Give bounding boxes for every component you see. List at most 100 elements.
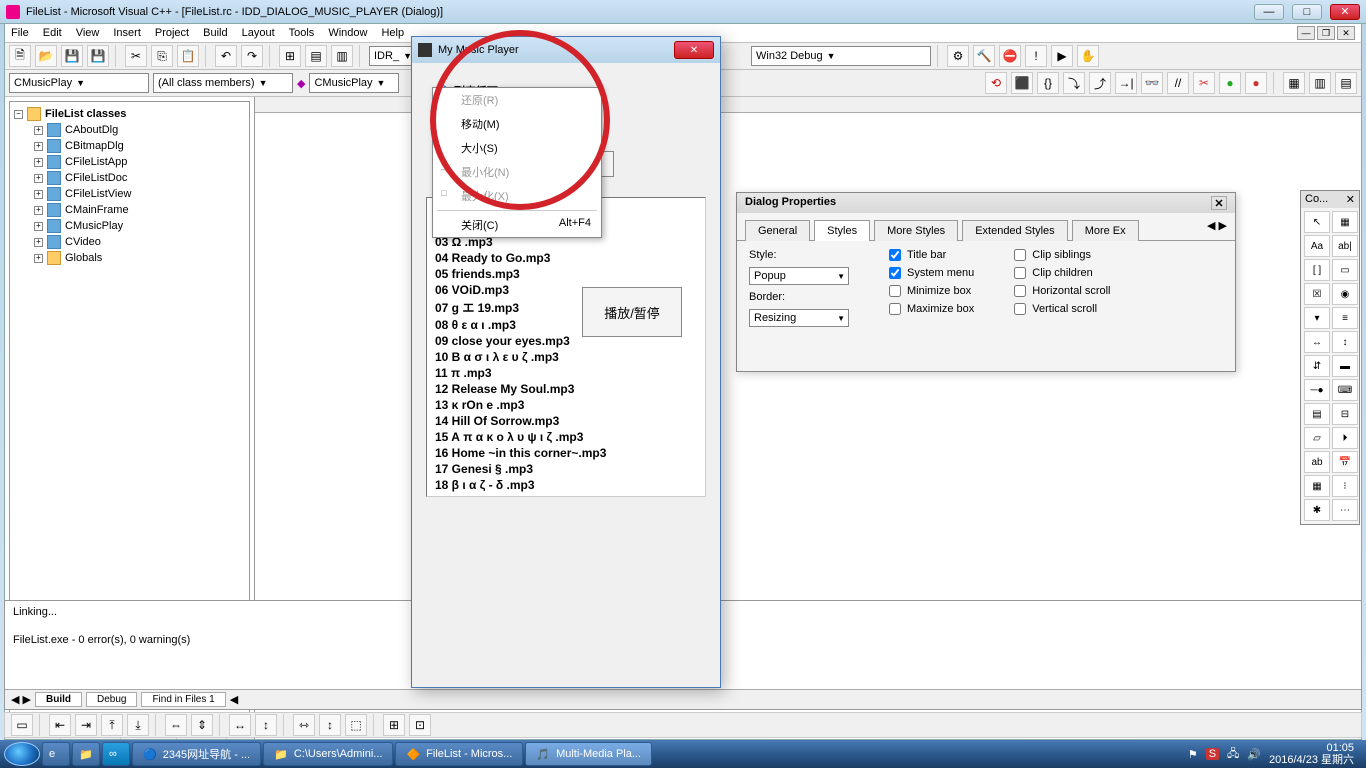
music-player-window[interactable]: My Music Player ✕ 还原(R) 移动(M) 大小(S) —最小化… (411, 36, 721, 688)
tree-item-CBitmapDlg[interactable]: +CBitmapDlg (14, 138, 245, 154)
chk-sysmenu[interactable]: System menu (889, 267, 974, 279)
tray-network-icon[interactable]: 🖧 (1227, 745, 1239, 764)
player-app-icon[interactable] (418, 43, 432, 57)
ctrl-button-icon[interactable]: ▭ (1332, 259, 1358, 281)
ctrl-check-icon[interactable]: ☒ (1304, 283, 1330, 305)
paste-icon[interactable]: 📋 (177, 45, 199, 67)
menu-build[interactable]: Build (203, 27, 227, 39)
redo-icon[interactable]: ↷ (241, 45, 263, 67)
ctrl-tree-icon[interactable]: ⊟ (1332, 403, 1358, 425)
tree-item-CFileListDoc[interactable]: +CFileListDoc (14, 170, 245, 186)
track-item[interactable]: 15 Α π α κ ο λ υ ψ ι ζ .mp3 (435, 429, 697, 445)
ctrl-month-icon[interactable]: ▦ (1304, 475, 1330, 497)
track-item[interactable]: 04 Ready to Go.mp3 (435, 250, 697, 266)
pinned-ie-icon[interactable]: e (42, 742, 70, 766)
prop-tab-more-styles[interactable]: More Styles (874, 220, 958, 241)
chk-vscroll[interactable]: Vertical scroll (1014, 303, 1110, 315)
workspace-icon[interactable]: ⊞ (279, 45, 301, 67)
track-item[interactable]: 18 β ι α ζ - δ .mp3 (435, 477, 697, 493)
same-height-icon[interactable]: ↕ (319, 714, 341, 736)
ctrl-extended-icon[interactable]: ⋯ (1332, 499, 1358, 521)
output-icon[interactable]: ▤ (305, 45, 327, 67)
tree-item-Globals[interactable]: +Globals (14, 250, 245, 266)
track-item[interactable]: 17 Genesi § .mp3 (435, 461, 697, 477)
controls-toolbox[interactable]: Co...✕ ↖▦ Aaab| [ ]▭ ☒◉ ▾≡ ↔↕ ⇵▬ ─●⌨ ▤⊟ … (1300, 190, 1360, 525)
chk-hscroll[interactable]: Horizontal scroll (1014, 285, 1110, 297)
align-top-icon[interactable]: ⤒ (101, 714, 123, 736)
memory-icon[interactable]: ● (1245, 72, 1267, 94)
menu-view[interactable]: View (76, 27, 100, 39)
tree-item-CMusicPlay[interactable]: +CMusicPlay (14, 218, 245, 234)
style-select[interactable]: Popup (749, 267, 849, 285)
cut-icon[interactable]: ✂ (125, 45, 147, 67)
compile-icon[interactable]: ⚙ (947, 45, 969, 67)
sysmenu-maximize[interactable]: □最大化(X) (433, 184, 601, 208)
tree-item-CMainFrame[interactable]: +CMainFrame (14, 202, 245, 218)
toggle-guides-icon[interactable]: ⊡ (409, 714, 431, 736)
task-player[interactable]: 🎵Multi-Media Pla... (525, 742, 652, 766)
start-button[interactable] (4, 742, 40, 766)
mdi-restore-button[interactable]: ❐ (1317, 26, 1335, 40)
save-all-icon[interactable]: 💾 (87, 45, 109, 67)
align-right-icon[interactable]: ⇥ (75, 714, 97, 736)
ctrl-spin-icon[interactable]: ⇵ (1304, 355, 1330, 377)
config-combo[interactable]: Win32 Debug▼ (751, 46, 931, 66)
ctrl-slider-icon[interactable]: ─● (1304, 379, 1330, 401)
player-close-button[interactable]: ✕ (674, 41, 714, 59)
tree-item-CAboutDlg[interactable]: +CAboutDlg (14, 122, 245, 138)
track-item[interactable]: 12 Release My Soul.mp3 (435, 381, 697, 397)
step-into-icon[interactable]: {} (1037, 72, 1059, 94)
track-item[interactable]: 10 Β α σ ι λ ε υ ζ .mp3 (435, 349, 697, 365)
tree-item-CFileListApp[interactable]: +CFileListApp (14, 154, 245, 170)
pinned-app-icon[interactable]: ∞ (102, 742, 130, 766)
track-item[interactable]: 13 κ rOn е .mp3 (435, 397, 697, 413)
tree-item-CFileListView[interactable]: +CFileListView (14, 186, 245, 202)
chk-clipsib[interactable]: Clip siblings (1014, 249, 1110, 261)
out-tab-debug[interactable]: Debug (86, 692, 137, 707)
play-pause-button[interactable]: 播放/暂停 (582, 287, 682, 337)
playlist[interactable]: 01 β ios.mp302 α .mp303 Ω .mp304 Ready t… (426, 197, 706, 497)
align-bottom-icon[interactable]: ⤓ (127, 714, 149, 736)
menu-help[interactable]: Help (381, 27, 404, 39)
dialog-properties-panel[interactable]: Dialog Properties✕ General Styles More S… (736, 192, 1236, 372)
ctrl-list-icon[interactable]: ≡ (1332, 307, 1358, 329)
sysmenu-size[interactable]: 大小(S) (433, 136, 601, 160)
mdi-close-button[interactable]: ✕ (1337, 26, 1355, 40)
ctrl-edit-icon[interactable]: ab| (1332, 235, 1358, 257)
ctrl-pointer-icon[interactable]: ↖ (1304, 211, 1330, 233)
tray-flag-icon[interactable]: ⚑ (1188, 748, 1198, 761)
test-dialog-icon[interactable]: ▭ (11, 714, 33, 736)
ctrlbox-close-icon[interactable]: ✕ (1346, 193, 1355, 206)
new-file-icon[interactable]: 🗎 (9, 45, 31, 67)
track-item[interactable]: 05 friends.mp3 (435, 266, 697, 282)
menu-window[interactable]: Window (328, 27, 367, 39)
center-h-icon[interactable]: ⇔ (165, 714, 187, 736)
close-button[interactable]: ✕ (1330, 4, 1360, 20)
pinned-explorer-icon[interactable]: 📁 (72, 742, 100, 766)
ctrl-group-icon[interactable]: [ ] (1304, 259, 1330, 281)
save-icon[interactable]: 💾 (61, 45, 83, 67)
track-item[interactable]: 19 R е ?L.mp3 (435, 493, 697, 497)
task-explorer[interactable]: 📁C:\Users\Admini... (263, 742, 393, 766)
prop-tab-extended[interactable]: Extended Styles (962, 220, 1068, 241)
same-width-icon[interactable]: ⇿ (293, 714, 315, 736)
mdi-minimize-button[interactable]: — (1297, 26, 1315, 40)
menu-tools[interactable]: Tools (289, 27, 315, 39)
prop-close-button[interactable]: ✕ (1211, 196, 1227, 210)
ctrl-vscroll-icon[interactable]: ↕ (1332, 331, 1358, 353)
step-out-icon[interactable]: ⤴ (1089, 72, 1111, 94)
maximize-button[interactable]: □ (1292, 4, 1322, 20)
stop-build-icon[interactable]: ⛔ (999, 45, 1021, 67)
tile-h-icon[interactable]: ▦ (1283, 72, 1305, 94)
sysmenu-minimize[interactable]: —最小化(N) (433, 160, 601, 184)
open-icon[interactable]: 📂 (35, 45, 57, 67)
tray-s-icon[interactable]: S (1206, 748, 1219, 760)
debug-restart-icon[interactable]: ⟲ (985, 72, 1007, 94)
breakpoint-hand-icon[interactable]: ✋ (1077, 45, 1099, 67)
copy-icon[interactable]: ⎘ (151, 45, 173, 67)
menu-layout[interactable]: Layout (242, 27, 275, 39)
ctrl-radio-icon[interactable]: ◉ (1332, 283, 1358, 305)
quickwatch-icon[interactable]: 👓 (1141, 72, 1163, 94)
chk-titlebar[interactable]: Title bar (889, 249, 974, 261)
space-across-icon[interactable]: ↔ (229, 714, 251, 736)
